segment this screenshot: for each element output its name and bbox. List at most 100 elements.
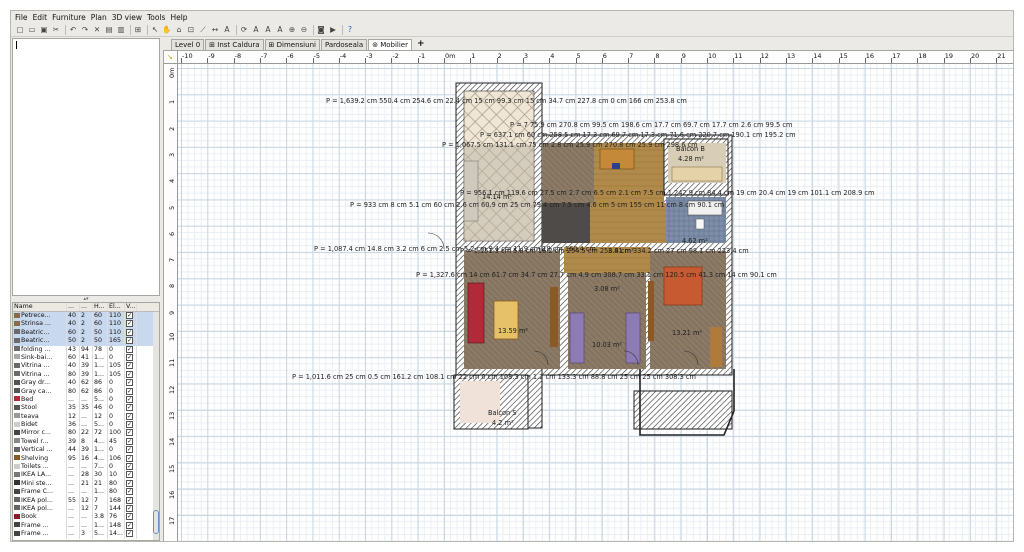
photo-icon[interactable]: ◙ <box>316 25 326 35</box>
add-furniture-icon[interactable]: ⊞ <box>133 25 143 35</box>
furniture-row[interactable]: Stool 35 35 46 0 ✓ <box>13 404 159 413</box>
visible-checkbox[interactable]: ✓ <box>126 504 133 512</box>
column-header-depth[interactable]: ... <box>80 303 93 311</box>
bed[interactable] <box>569 312 585 364</box>
visible-checkbox[interactable]: ✓ <box>126 337 133 345</box>
rotate-icon[interactable]: ⟳ <box>239 25 249 35</box>
furniture-row[interactable]: IKEA pol...... 12 7 144 ✓ <box>13 504 159 514</box>
furniture-row[interactable]: Mirror c... 80 22 72 100 ✓ <box>13 429 159 438</box>
create-polylines-icon[interactable]: ⟋ <box>198 25 208 35</box>
furniture-row[interactable]: Sink-bai... 60 41 1... 0 ✓ <box>13 353 159 363</box>
furniture-row[interactable]: Frame ...... 3 5... 14... ✓ <box>13 530 159 539</box>
help-icon[interactable]: ? <box>345 25 355 35</box>
zoom-in-icon[interactable]: ⊕ <box>287 25 297 35</box>
open-icon[interactable]: ▭ <box>27 25 37 35</box>
visible-checkbox[interactable]: ✓ <box>126 471 133 479</box>
furniture-row[interactable]: Frame C......... 1... 80 ✓ <box>13 488 159 497</box>
visible-checkbox[interactable]: ✓ <box>126 345 133 353</box>
wardrobe[interactable] <box>648 281 654 341</box>
furniture-row[interactable]: Vitrina ... 80 39 1... 105 ✓ <box>13 370 159 380</box>
visible-checkbox[interactable]: ✓ <box>126 488 133 496</box>
column-header-name[interactable]: Name <box>13 303 67 311</box>
sofa[interactable] <box>671 166 723 182</box>
room-floor[interactable] <box>590 203 668 243</box>
visible-checkbox[interactable]: ✓ <box>126 379 133 387</box>
visible-checkbox[interactable]: ✓ <box>126 387 133 395</box>
furniture-row[interactable]: teava 12... 12 0 ✓ <box>13 412 159 422</box>
video-icon[interactable]: ▶ <box>328 25 338 35</box>
visible-checkbox[interactable]: ✓ <box>126 404 133 412</box>
menu-3d-view[interactable]: 3D view <box>112 13 142 22</box>
furniture-row[interactable]: Frame ......... 1... 148 ✓ <box>13 521 159 531</box>
visible-checkbox[interactable]: ✓ <box>126 446 133 454</box>
save-icon[interactable]: ▣ <box>39 25 49 35</box>
desk[interactable] <box>710 327 722 367</box>
furniture-row[interactable]: Mini ste...... 21 21 80 ✓ <box>13 479 159 489</box>
text-style-icon[interactable]: A <box>251 25 261 35</box>
add-text-icon[interactable]: A <box>222 25 232 35</box>
visible-checkbox[interactable]: ✓ <box>126 328 133 336</box>
tab-mobilier[interactable]: ⊚ Mobilier <box>368 39 412 50</box>
visible-checkbox[interactable]: ✓ <box>126 353 133 361</box>
column-header-visible[interactable]: V... <box>125 303 137 311</box>
furniture-row[interactable]: Bidet 36... 5... 0 ✓ <box>13 421 159 430</box>
floor-plan-view[interactable]: -10 -9 -8 -7 -6 -5 -4 -3 -2 -1 0m 1 2 3 4 5 6 7 8 9 10 11 12 13… <box>163 50 1013 541</box>
visible-checkbox[interactable]: ✓ <box>126 370 133 378</box>
menu-edit[interactable]: Edit <box>33 13 48 22</box>
column-header-height[interactable]: H... <box>93 303 108 311</box>
create-dimensions-icon[interactable]: ↔ <box>210 25 220 35</box>
copy-icon[interactable]: ✕ <box>92 25 102 35</box>
catalog-search-panel[interactable] <box>12 38 160 296</box>
visible-checkbox[interactable]: ✓ <box>126 496 133 504</box>
create-rooms-icon[interactable]: ⊡ <box>186 25 196 35</box>
wall[interactable] <box>633 390 733 430</box>
visible-checkbox[interactable]: ✓ <box>126 362 133 370</box>
furniture-row[interactable]: Strinsa ... 40 2 60 110 ✓ <box>13 320 159 329</box>
furniture-row[interactable]: IKEA pol... 55 12 7 168 ✓ <box>13 496 159 505</box>
visible-checkbox[interactable]: ✓ <box>126 479 133 487</box>
furniture-row[interactable]: Towel r... 39 8 4... 45 ✓ <box>13 437 159 447</box>
furniture-row[interactable]: Bed...... 5... 0 ✓ <box>13 395 159 405</box>
tab-dimensiuni[interactable]: ⊞ Dimensiuni <box>264 39 320 50</box>
redo-icon[interactable]: ↷ <box>80 25 90 35</box>
furniture-row[interactable]: Book...... 3.8 76 ✓ <box>13 513 159 522</box>
create-walls-icon[interactable]: ⌂ <box>174 25 184 35</box>
furniture-row[interactable]: Vertical ... 44 39 1... 0 ✓ <box>13 446 159 455</box>
tab-inst-caldura[interactable]: ⊞ Inst Caldura <box>205 39 264 50</box>
scrollbar-thumb[interactable] <box>153 510 159 534</box>
furniture-scrollbar[interactable] <box>153 312 159 540</box>
visible-checkbox[interactable]: ✓ <box>126 312 133 319</box>
furniture-row[interactable]: Shelving 95 16 4... 106 ✓ <box>13 454 159 464</box>
visible-checkbox[interactable]: ✓ <box>126 463 133 471</box>
add-level-button[interactable]: + <box>413 39 429 50</box>
delete-icon[interactable]: ▥ <box>116 25 126 35</box>
visible-checkbox[interactable]: ✓ <box>126 530 133 538</box>
visible-checkbox[interactable]: ✓ <box>126 429 133 437</box>
visible-checkbox[interactable]: ✓ <box>126 412 133 420</box>
tab-level-0[interactable]: Level 0 <box>171 39 205 50</box>
visible-checkbox[interactable]: ✓ <box>126 513 133 521</box>
chair[interactable] <box>612 163 620 169</box>
column-header-elevation[interactable]: El... <box>108 303 125 311</box>
pan-icon[interactable]: ✋ <box>162 25 172 35</box>
bed[interactable] <box>467 282 485 344</box>
menu-help[interactable]: Help <box>170 13 187 22</box>
furniture-row[interactable]: Petrece... 40 2 60 110 ✓ <box>13 312 159 321</box>
new-icon[interactable]: ▢ <box>15 25 25 35</box>
furniture-row[interactable]: Beatric... 50 2 50 165 ✓ <box>13 337 159 346</box>
furniture-row[interactable]: Beatric... 60 2 50 110 ✓ <box>13 328 159 338</box>
paste-icon[interactable]: ▤ <box>104 25 114 35</box>
visible-checkbox[interactable]: ✓ <box>126 521 133 529</box>
wardrobe[interactable] <box>550 287 558 347</box>
furniture-row[interactable]: Toilets ......... 7... 0 ✓ <box>13 463 159 472</box>
bed[interactable] <box>625 312 641 364</box>
visible-checkbox[interactable]: ✓ <box>126 421 133 429</box>
tab-pardoseala[interactable]: Pardoseala <box>320 39 368 50</box>
furniture-row[interactable]: Gray ca... 80 62 86 0 ✓ <box>13 387 159 396</box>
menu-furniture[interactable]: Furniture <box>52 13 86 22</box>
visible-checkbox[interactable]: ✓ <box>126 395 133 403</box>
text-size-down-icon[interactable]: A <box>275 25 285 35</box>
toilet[interactable] <box>695 218 705 230</box>
furniture-row[interactable]: Gray dr... 40 62 86 0 ✓ <box>13 379 159 388</box>
column-header-width[interactable]: ... <box>67 303 80 311</box>
